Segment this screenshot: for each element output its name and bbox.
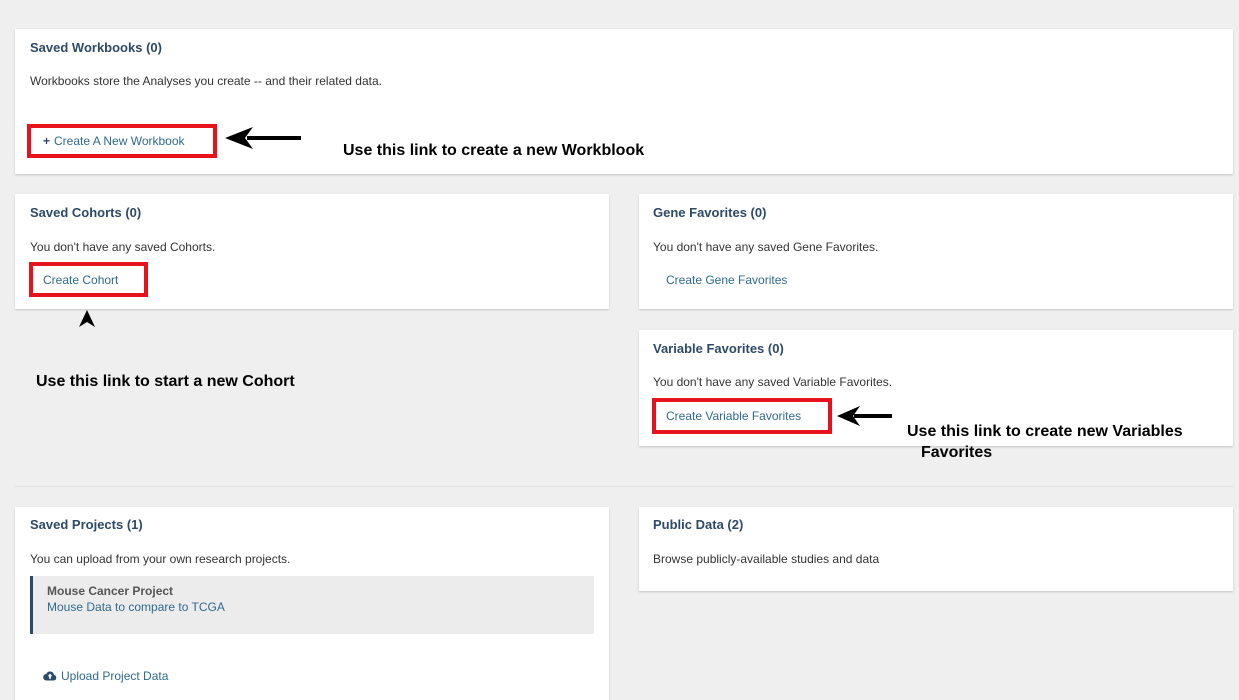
variable-favorites-empty-text: You don't have any saved Variable Favori… <box>653 375 893 389</box>
project-name: Mouse Cancer Project <box>47 584 174 598</box>
saved-projects-title: Saved Projects (1) <box>30 517 143 532</box>
cloud-upload-icon <box>43 671 57 681</box>
workbook-annotation: Use this link to create a new Workblook <box>343 142 645 159</box>
gene-favorites-title: Gene Favorites (0) <box>653 205 767 220</box>
saved-projects-panel: Saved Projects (1) You can upload from y… <box>15 507 609 700</box>
up-arrow-icon <box>79 310 95 327</box>
left-arrow-icon <box>837 406 892 426</box>
saved-cohorts-title: Saved Cohorts (0) <box>30 205 142 220</box>
plus-icon: + <box>43 134 51 148</box>
saved-workbooks-description: Workbooks store the Analyses you create … <box>30 74 382 88</box>
public-data-panel: Public Data (2) Browse publicly-availabl… <box>639 507 1233 591</box>
create-workbook-link[interactable]: + Create A New Workbook <box>43 134 185 148</box>
saved-cohorts-panel: Saved Cohorts (0) You don't have any sav… <box>15 194 609 309</box>
public-data-title: Public Data (2) <box>653 517 744 532</box>
section-divider <box>15 486 1233 487</box>
create-variable-favorites-link[interactable]: Create Variable Favorites <box>666 409 801 423</box>
create-workbook-label: Create A New Workbook <box>54 134 185 148</box>
variable-annotation-line1: Use this link to create new Variables <box>907 423 1183 440</box>
variable-favorites-title: Variable Favorites (0) <box>653 341 784 356</box>
project-subtitle-link[interactable]: Mouse Data to compare to TCGA <box>47 600 225 614</box>
upload-project-data-link[interactable]: Upload Project Data <box>43 669 168 683</box>
upload-project-data-label: Upload Project Data <box>61 669 169 683</box>
public-data-description: Browse publicly-available studies and da… <box>653 552 880 566</box>
gene-favorites-panel: Gene Favorites (0) You don't have any sa… <box>639 194 1233 309</box>
project-list-item[interactable]: Mouse Cancer Project Mouse Data to compa… <box>30 576 594 634</box>
saved-projects-description: You can upload from your own research pr… <box>30 552 291 566</box>
cohort-annotation: Use this link to start a new Cohort <box>36 373 295 390</box>
variable-annotation-line2: Favorites <box>921 444 993 461</box>
create-gene-favorites-link[interactable]: Create Gene Favorites <box>666 273 787 287</box>
saved-workbooks-title: Saved Workbooks (0) <box>30 40 162 55</box>
create-cohort-link[interactable]: Create Cohort <box>43 273 118 287</box>
saved-cohorts-empty-text: You don't have any saved Cohorts. <box>30 240 216 254</box>
gene-favorites-empty-text: You don't have any saved Gene Favorites. <box>653 240 879 254</box>
left-arrow-icon <box>225 127 301 149</box>
